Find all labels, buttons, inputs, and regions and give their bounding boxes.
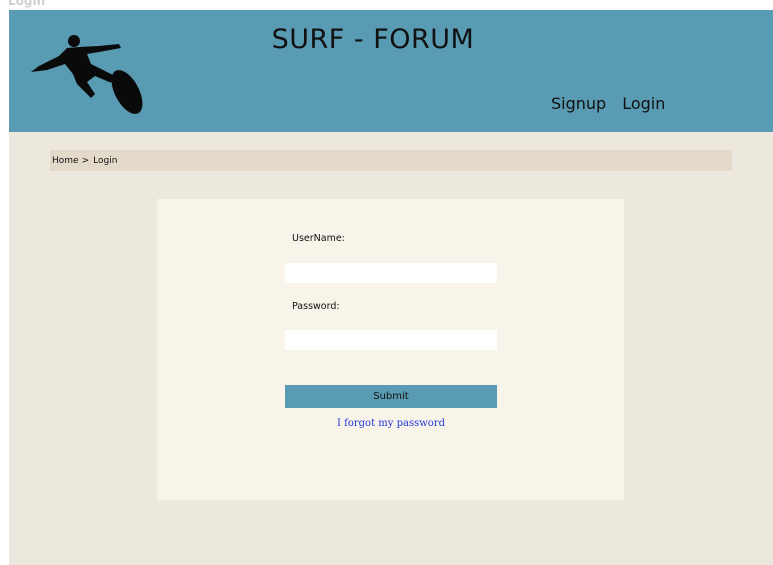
- forgot-password-link[interactable]: I forgot my password: [285, 418, 497, 429]
- password-label: Password:: [292, 301, 340, 312]
- login-panel: UserName: Password: Submit I forgot my p…: [157, 199, 624, 500]
- password-input[interactable]: [285, 330, 497, 350]
- site-header: SURF - FORUM Signup Login: [9, 10, 773, 132]
- site-title: SURF - FORUM: [271, 24, 475, 55]
- breadcrumb: Home > Login: [50, 150, 732, 171]
- top-nav: Signup Login: [551, 94, 665, 113]
- nav-login-link[interactable]: Login: [622, 94, 665, 113]
- window-title: Login: [8, 0, 46, 8]
- nav-signup-link[interactable]: Signup: [551, 94, 606, 113]
- username-label: UserName:: [292, 233, 345, 244]
- breadcrumb-current: Login: [93, 155, 118, 166]
- breadcrumb-separator: >: [81, 155, 90, 166]
- app-window: SURF - FORUM Signup Login Home > Login U…: [9, 10, 773, 565]
- breadcrumb-home-link[interactable]: Home: [52, 156, 79, 166]
- submit-button[interactable]: Submit: [285, 385, 497, 408]
- username-input[interactable]: [285, 263, 497, 283]
